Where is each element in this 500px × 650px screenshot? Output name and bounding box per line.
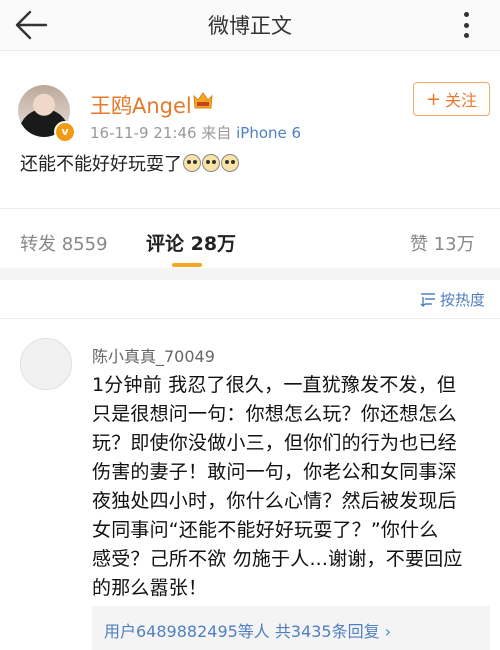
post-source-prefix: 来自 xyxy=(201,124,232,142)
comment-text-line: 伤害的妻子！敢问一句，你老公和女同事深 xyxy=(92,461,457,483)
sort-icon[interactable] xyxy=(420,291,436,307)
comment-avatar[interactable] xyxy=(20,338,72,390)
comment-text-line: 的那么嚣张！ xyxy=(92,577,208,599)
post-body: 还能不能好好玩耍了 xyxy=(20,150,239,176)
sort-by-hot[interactable]: 按热度 xyxy=(440,289,485,310)
post-timestamp: 16-11-9 21:46 xyxy=(90,124,197,142)
reply-summary-text: 用户6489882495等人 共3435条回复 xyxy=(104,622,380,641)
vip-crown-icon[interactable] xyxy=(192,89,214,113)
comment-text-line: 玩？即使你没做小三，但你们的行为也已经 xyxy=(92,432,457,454)
tab-like[interactable]: 赞 13万 xyxy=(410,230,475,256)
emoji-icon xyxy=(183,154,201,172)
view-replies-link[interactable]: 用户6489882495等人 共3435条回复 › xyxy=(104,618,391,642)
section-gap xyxy=(0,268,500,280)
comment-text-line: 感受？己所不欲 勿施于人...谢谢，不要回应 xyxy=(92,548,463,570)
emoji-icon xyxy=(221,154,239,172)
follow-button[interactable]: + 关注 xyxy=(413,82,490,116)
comment-author-name[interactable]: 陈小真真_70049 xyxy=(92,343,215,367)
post-meta: 16-11-9 21:46 来自 iPhone 6 xyxy=(90,122,301,143)
comment-text-line: 夜独处四小时，你什么心情？然后被发现后 xyxy=(92,490,457,512)
tab-comment[interactable]: 评论 28万 xyxy=(146,229,236,256)
divider xyxy=(0,318,500,319)
active-tab-indicator xyxy=(172,263,202,267)
plus-icon: + xyxy=(425,88,442,110)
tab-repost[interactable]: 转发 8559 xyxy=(20,230,108,256)
post-source[interactable]: iPhone 6 xyxy=(236,124,301,142)
comment-text-line: 只是很想问一句：你想怎么玩？你还想怎么 xyxy=(92,403,457,425)
more-vertical-icon[interactable] xyxy=(461,12,471,38)
post-author-name[interactable]: 王鸥Angel xyxy=(90,90,192,120)
comment-text-line: 女同事问“还能不能好好玩耍了？”你什么 xyxy=(92,519,439,541)
follow-label: 关注 xyxy=(445,91,478,110)
emoji-icon xyxy=(202,154,220,172)
post-text: 还能不能好好玩耍了 xyxy=(20,154,182,175)
comment-text-line: 1分钟前 我忍了很久，一直犹豫发不发，但 xyxy=(92,374,457,396)
chevron-right-icon: › xyxy=(384,622,392,641)
verified-badge-icon: v xyxy=(54,121,76,143)
page-title: 微博正文 xyxy=(208,14,292,38)
divider xyxy=(0,208,500,209)
